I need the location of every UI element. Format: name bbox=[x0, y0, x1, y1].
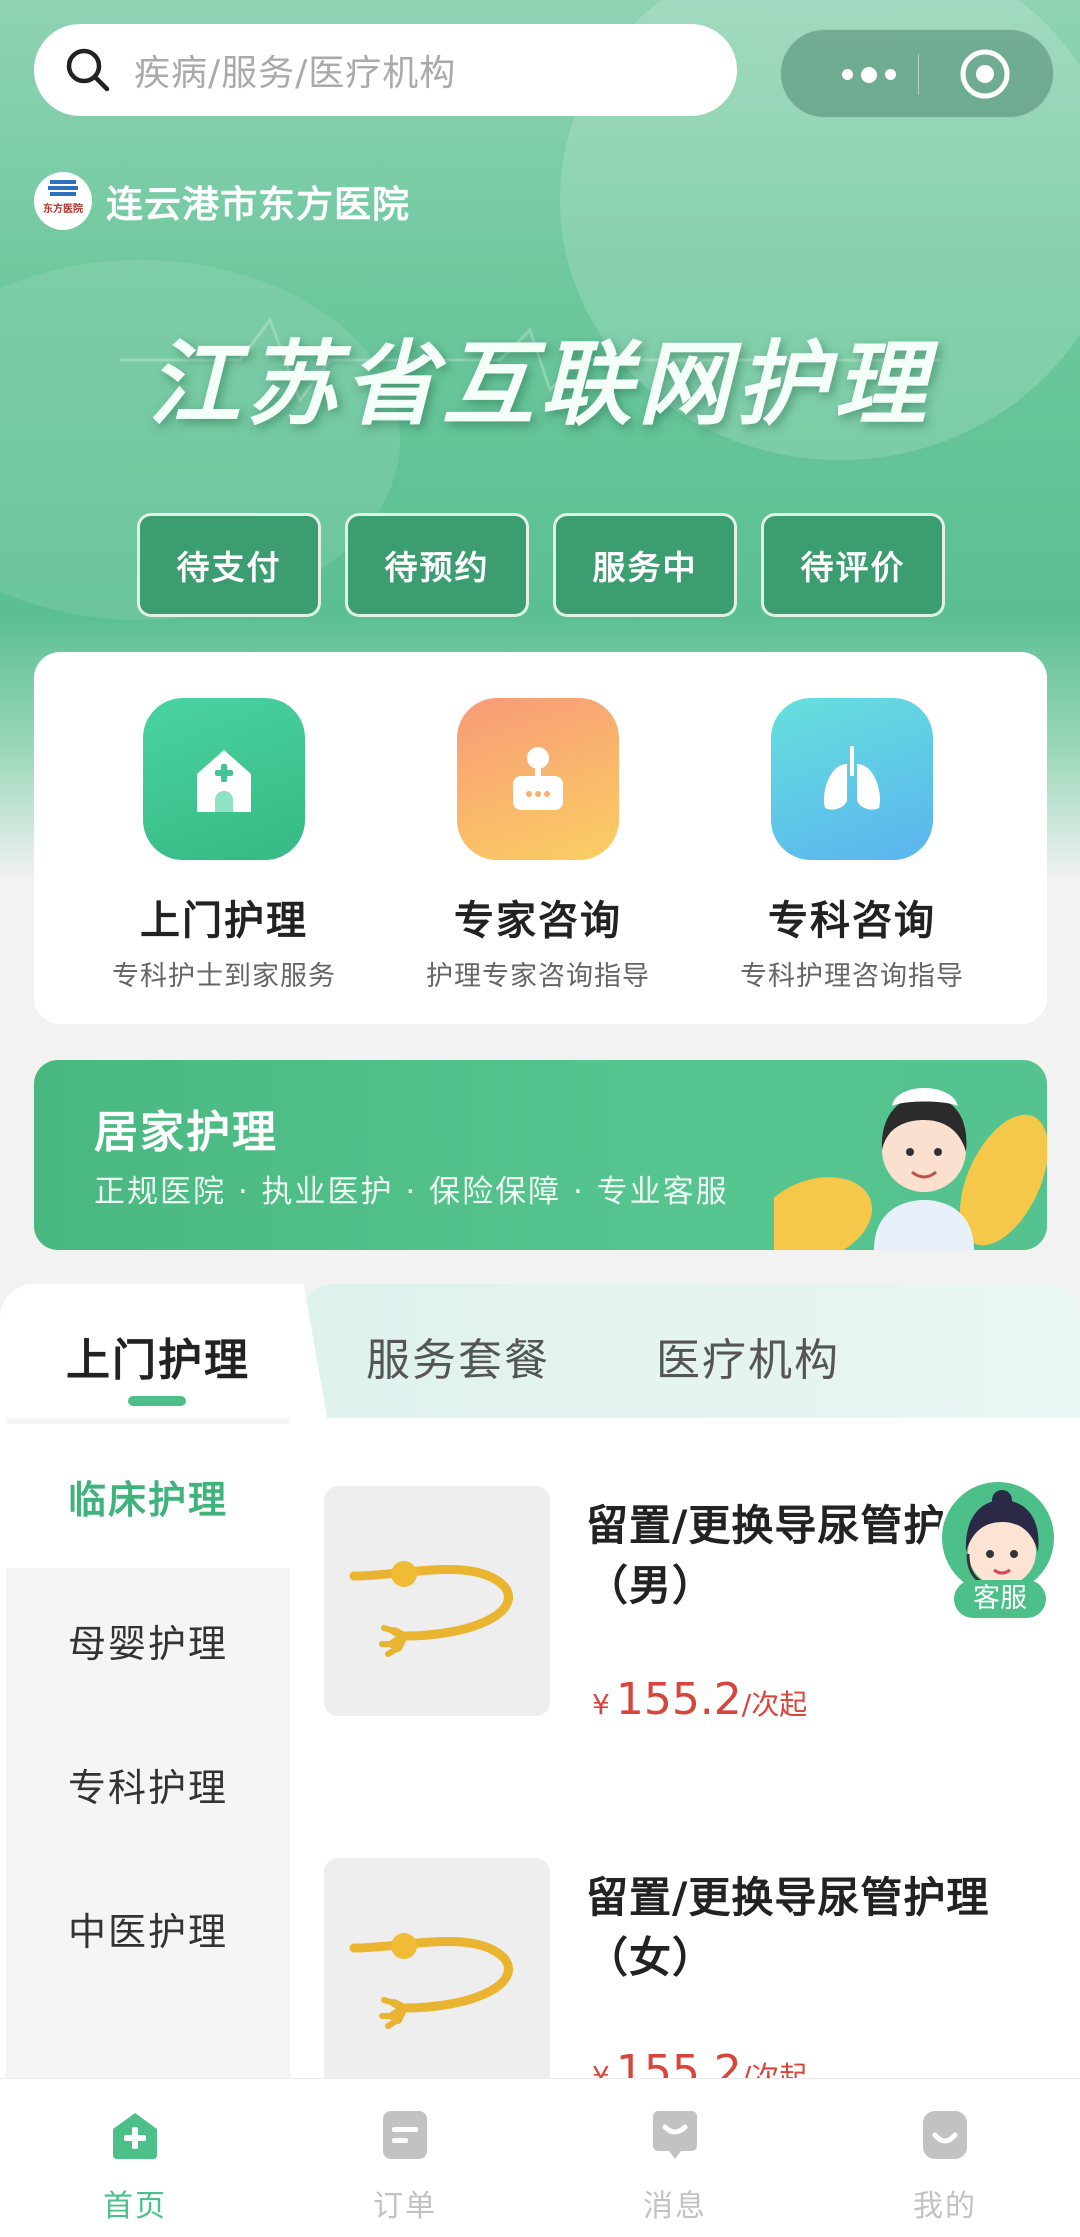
service-specialty-consult[interactable]: 专科咨询 专科护理咨询指导 bbox=[702, 698, 1002, 993]
product-item[interactable]: 留置/更换导尿管护理（女） ¥155.2/次起 bbox=[324, 1858, 1064, 2078]
catheter-image bbox=[324, 1858, 550, 2078]
nav-label: 我的 bbox=[913, 2189, 977, 2224]
price-currency: ¥ bbox=[592, 1688, 610, 1721]
lungs-icon bbox=[771, 698, 933, 860]
nav-orders[interactable]: 订单 bbox=[270, 2079, 540, 2237]
svg-text:东方医院: 东方医院 bbox=[43, 202, 83, 215]
pending-appointment-button[interactable]: 待预约 bbox=[345, 513, 529, 617]
search-bar[interactable]: 疾病/服务/医疗机构 bbox=[34, 24, 737, 116]
service-card: 上门护理 专科护士到家服务 专家咨询 护理专家咨询指导 专科咨询 专科护理咨询指… bbox=[34, 652, 1047, 1024]
hospital-name: 连云港市东方医院 bbox=[106, 183, 410, 226]
service-expert-consult[interactable]: 专家咨询 护理专家咨询指导 bbox=[388, 698, 688, 993]
nav-label: 首页 bbox=[103, 2189, 167, 2224]
search-icon bbox=[66, 48, 110, 92]
price-currency: ¥ bbox=[592, 2060, 610, 2078]
nav-label: 消息 bbox=[643, 2189, 707, 2224]
tab-medical-institutions[interactable]: 医疗机构 bbox=[656, 1324, 840, 1388]
more-dot-icon bbox=[885, 69, 896, 80]
nurse-illustration bbox=[774, 1088, 1047, 1250]
service-title: 专科咨询 bbox=[768, 898, 936, 944]
home-plus-icon bbox=[113, 2113, 157, 2159]
nav-messages[interactable]: 消息 bbox=[540, 2079, 810, 2237]
pending-review-button[interactable]: 待评价 bbox=[761, 513, 945, 617]
home-care-banner[interactable]: 居家护理 正规医院 · 执业医护 · 保险保障 · 专业客服 bbox=[34, 1060, 1047, 1250]
bottom-navigation: 首页 订单 消息 我的 bbox=[0, 2078, 1080, 2237]
hospital-logo-icon: 东方医院 bbox=[43, 180, 83, 215]
category-maternal-infant[interactable]: 母婴护理 bbox=[6, 1568, 290, 1712]
service-title: 上门护理 bbox=[140, 898, 308, 944]
more-dot-icon bbox=[842, 69, 853, 80]
order-status-row: 待支付 待预约 服务中 待评价 bbox=[137, 513, 945, 617]
category-clinical[interactable]: 临床护理 bbox=[6, 1424, 290, 1568]
category-specialty[interactable]: 专科护理 bbox=[6, 1712, 290, 1856]
search-placeholder: 疾病/服务/医疗机构 bbox=[134, 53, 457, 94]
product-price: ¥155.2/次起 bbox=[592, 2046, 807, 2078]
service-title: 专家咨询 bbox=[454, 898, 622, 944]
nav-label: 订单 bbox=[373, 2189, 437, 2224]
order-icon bbox=[383, 2111, 427, 2159]
banner-title: 江苏省互联网护理 bbox=[147, 330, 932, 438]
content-tabs: 上门护理 服务套餐 医疗机构 bbox=[0, 1284, 1080, 1434]
profile-icon bbox=[923, 2111, 967, 2159]
tab-home-nursing[interactable]: 上门护理 bbox=[66, 1324, 250, 1388]
capsule-divider bbox=[918, 54, 919, 95]
nav-profile[interactable]: 我的 bbox=[810, 2079, 1080, 2237]
product-title: 留置/更换导尿管护理（女） bbox=[586, 1873, 990, 1982]
price-value: 155.2 bbox=[615, 1674, 742, 1725]
promo-subtitle: 正规医院 · 执业医护 · 保险保障 · 专业客服 bbox=[94, 1174, 729, 1210]
miniprogram-capsule bbox=[780, 29, 1054, 118]
active-tab-indicator bbox=[128, 1396, 186, 1406]
service-subtitle: 专科护理咨询指导 bbox=[740, 961, 964, 992]
in-service-button[interactable]: 服务中 bbox=[553, 513, 737, 617]
pending-payment-button[interactable]: 待支付 bbox=[137, 513, 321, 617]
nav-home[interactable]: 首页 bbox=[0, 2079, 270, 2237]
price-unit: /次起 bbox=[741, 2060, 808, 2078]
service-subtitle: 护理专家咨询指导 bbox=[426, 961, 650, 992]
service-home-nursing[interactable]: 上门护理 专科护士到家服务 bbox=[74, 698, 374, 993]
more-dot-icon bbox=[861, 66, 877, 83]
hospital-logo: 东方医院 bbox=[34, 172, 92, 230]
price-value: 155.2 bbox=[615, 2046, 742, 2078]
product-price: ¥155.2/次起 bbox=[592, 1674, 807, 1725]
product-list-area: 临床护理 母婴护理 专科护理 中医护理 留置/更换导尿管护理（男） ¥155.2… bbox=[0, 1418, 1080, 2078]
promo-title: 居家护理 bbox=[94, 1107, 278, 1158]
house-plus-icon bbox=[143, 698, 305, 860]
category-tcm[interactable]: 中医护理 bbox=[6, 1856, 290, 2000]
hospital-header[interactable]: 东方医院 连云港市东方医院 bbox=[34, 172, 410, 230]
more-menu-button[interactable] bbox=[819, 30, 919, 119]
category-sidebar: 临床护理 母婴护理 专科护理 中医护理 bbox=[6, 1418, 290, 2078]
customer-service-button[interactable]: 客服 bbox=[934, 1478, 1062, 1628]
service-subtitle: 专科护士到家服务 bbox=[112, 961, 336, 992]
close-miniprogram-icon[interactable] bbox=[955, 44, 1015, 104]
nurse-doctor-icon bbox=[457, 698, 619, 860]
customer-service-label: 客服 bbox=[954, 1580, 1046, 1618]
tab-service-packages[interactable]: 服务套餐 bbox=[366, 1324, 550, 1388]
catheter-image bbox=[324, 1486, 550, 1716]
message-icon bbox=[653, 2111, 697, 2159]
price-unit: /次起 bbox=[741, 1688, 808, 1721]
